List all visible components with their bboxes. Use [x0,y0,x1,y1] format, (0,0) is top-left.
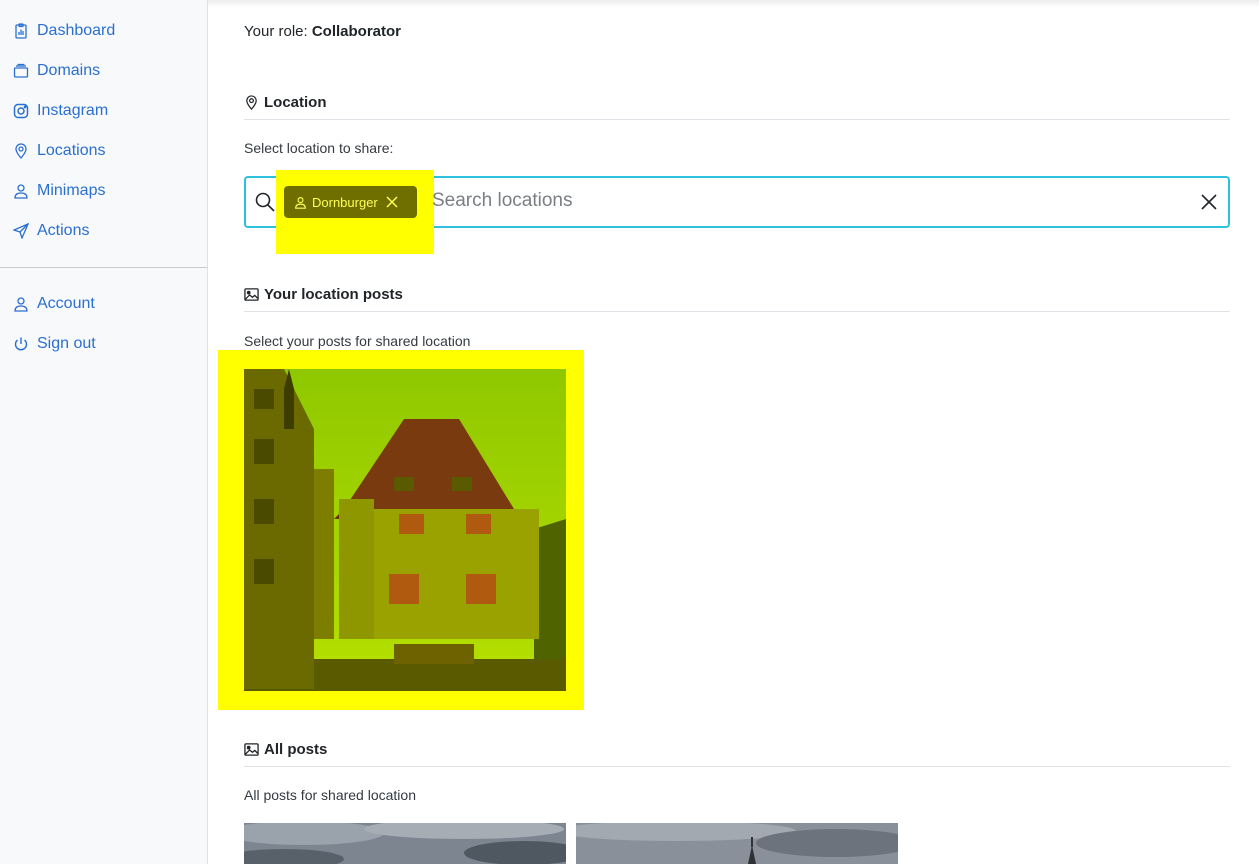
sidebar-item-account[interactable]: Account [0,284,207,324]
send-icon [13,223,29,239]
remove-tag-icon[interactable] [386,196,398,208]
sidebar-item-label: Instagram [37,102,109,119]
selected-location-tag[interactable]: Dornburger [284,186,417,218]
search-input[interactable] [432,190,1132,212]
sidebar-item-label: Account [37,295,95,312]
sidebar-divider [0,267,207,268]
person-icon [14,184,28,199]
sidebar-item-sign-out[interactable]: Sign out [0,324,207,364]
tag-label: Dornburger [312,194,378,210]
location-search-box[interactable]: Dornburger [244,170,1230,254]
sidebar-item-domains[interactable]: Domains [0,51,207,91]
sidebar-item-label: Sign out [37,335,96,352]
your-posts-subtitle: Select your posts for shared location [244,333,471,349]
all-posts-section-header: All posts [244,741,1230,767]
instagram-icon [13,103,29,119]
role-line: Your role: Collaborator [244,23,401,40]
section-title: Location [264,94,327,111]
clear-icon[interactable] [1200,193,1218,211]
sidebar-item-minimaps[interactable]: Minimaps [0,171,207,211]
section-title: All posts [264,741,328,758]
sidebar-item-dashboard[interactable]: Dashboard [0,11,207,51]
sidebar: Dashboard Domains Instagram Locations Mi… [0,0,208,864]
image-icon [244,288,259,301]
sidebar-item-label: Dashboard [37,22,116,39]
location-pin-icon [15,143,27,159]
person-icon [14,297,28,312]
top-bar-shadow [208,0,1259,8]
stack-icon [13,63,29,78]
section-title: Your location posts [264,286,403,303]
all-posts-subtitle: All posts for shared location [244,787,416,803]
location-pin-icon [246,95,257,110]
sidebar-item-actions[interactable]: Actions [0,211,207,251]
sidebar-item-label: Minimaps [37,182,106,199]
person-icon [295,196,306,209]
role-value: Collaborator [311,23,402,40]
sidebar-item-locations[interactable]: Locations [0,131,207,171]
power-icon [14,337,28,351]
location-post-image[interactable] [244,369,566,691]
all-posts-thumbnail[interactable] [244,823,566,864]
sidebar-item-label: Locations [37,142,106,159]
sidebar-nav: Dashboard Domains Instagram Locations Mi… [0,0,207,251]
all-posts-thumbnail[interactable] [576,823,898,864]
image-icon [244,743,259,756]
role-label: Your role: [244,23,308,40]
your-posts-section-header: Your location posts [244,286,1230,312]
location-subtitle: Select location to share: [244,140,394,156]
location-section-header: Location [244,94,1230,120]
sidebar-item-label: Domains [37,62,101,79]
search-icon [255,192,275,212]
dashboard-icon [15,23,27,39]
sidebar-item-label: Actions [37,222,90,239]
cloudy-sky-photo [244,823,566,864]
sidebar-nav-bottom: Account Sign out [0,284,207,364]
castle-photo [244,369,566,691]
sidebar-item-instagram[interactable]: Instagram [0,91,207,131]
tower-sky-photo [576,823,898,864]
